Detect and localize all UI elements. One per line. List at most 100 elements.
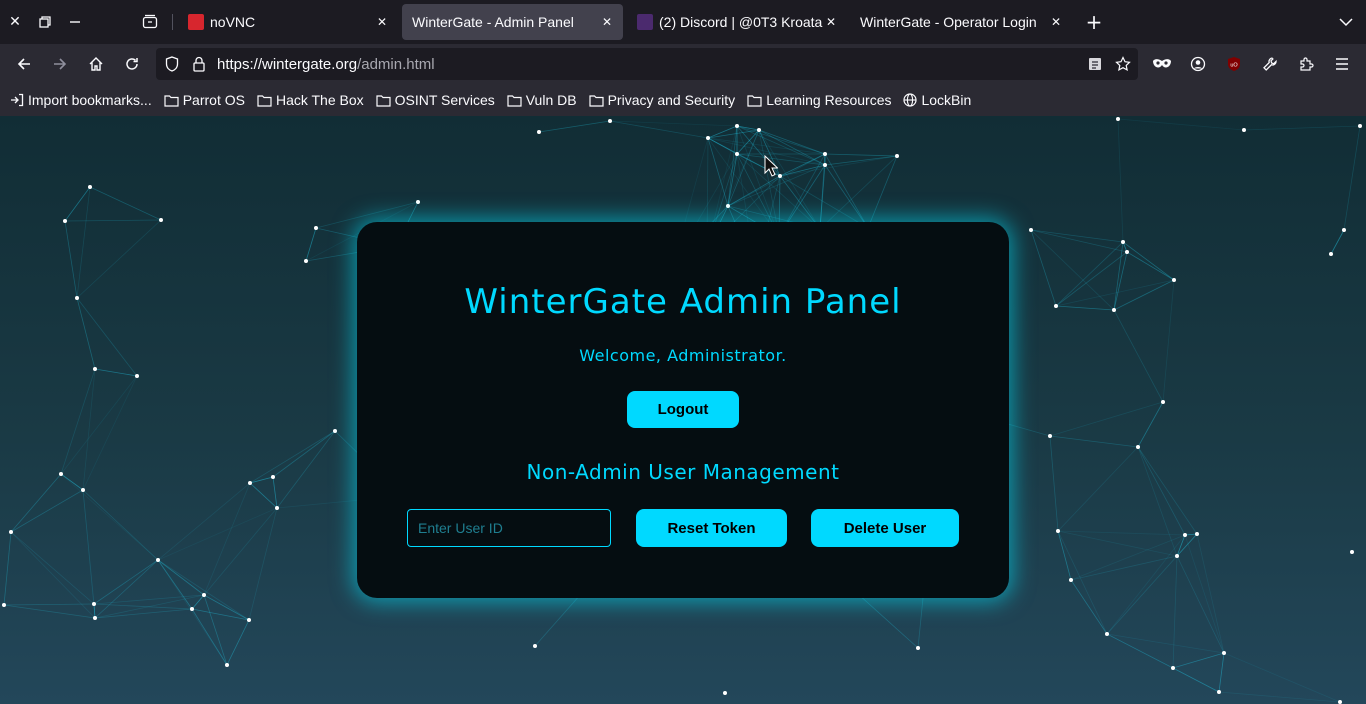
bookmark-label: OSINT Services bbox=[394, 92, 495, 108]
network-link bbox=[1106, 555, 1178, 635]
network-node bbox=[271, 475, 275, 479]
network-node bbox=[757, 128, 761, 132]
network-link bbox=[1057, 530, 1108, 635]
reload-icon[interactable] bbox=[120, 52, 144, 76]
network-node bbox=[9, 530, 13, 534]
network-link bbox=[82, 375, 138, 491]
network-link bbox=[707, 125, 738, 139]
network-link bbox=[10, 531, 95, 605]
network-link bbox=[736, 125, 780, 237]
navigation-toolbar: https://wintergate.org/admin.html uO bbox=[0, 44, 1366, 84]
network-link bbox=[609, 120, 738, 127]
network-link bbox=[824, 155, 898, 166]
network-link bbox=[157, 559, 228, 666]
tab-close-icon[interactable]: ✕ bbox=[1048, 15, 1064, 29]
network-node bbox=[1242, 128, 1246, 132]
network-link bbox=[76, 297, 96, 370]
tab-list-chevron-icon[interactable] bbox=[1336, 12, 1356, 32]
network-link bbox=[1137, 446, 1186, 536]
new-tab-icon[interactable]: + bbox=[1084, 10, 1104, 34]
bookmark-item[interactable]: LockBin bbox=[903, 92, 971, 108]
network-node bbox=[416, 200, 420, 204]
reader-view-icon[interactable] bbox=[1083, 52, 1107, 76]
network-link bbox=[1070, 579, 1108, 635]
network-link bbox=[94, 559, 159, 619]
network-node bbox=[1121, 240, 1125, 244]
network-link bbox=[1172, 555, 1178, 669]
bookmark-star-icon[interactable] bbox=[1111, 52, 1135, 76]
bookmark-label: Privacy and Security bbox=[607, 92, 736, 108]
network-link bbox=[249, 476, 274, 484]
network-node bbox=[93, 616, 97, 620]
ublock-origin-icon[interactable]: uO bbox=[1222, 52, 1246, 76]
network-link bbox=[1184, 534, 1225, 654]
tab-strip: ✕ noVNC ✕ WinterGate - Admin Panel ✕ (2)… bbox=[0, 0, 1366, 44]
bookmark-label: Parrot OS bbox=[182, 92, 245, 108]
bookmark-item[interactable]: Privacy and Security bbox=[588, 92, 736, 108]
tab-discord[interactable]: (2) Discord | @0T3 Kroata ✕ bbox=[627, 4, 847, 40]
tab-admin-panel[interactable]: WinterGate - Admin Panel ✕ bbox=[402, 4, 623, 40]
network-node bbox=[735, 124, 739, 128]
network-node bbox=[1222, 651, 1226, 655]
bookmark-item[interactable]: Import bookmarks... bbox=[10, 92, 152, 108]
network-link bbox=[89, 186, 162, 221]
home-icon[interactable] bbox=[84, 52, 108, 76]
lock-icon[interactable] bbox=[187, 52, 211, 76]
network-node bbox=[1358, 124, 1362, 128]
network-node bbox=[1136, 445, 1140, 449]
network-link bbox=[64, 219, 162, 222]
user-id-input[interactable] bbox=[407, 509, 611, 547]
private-mask-icon[interactable] bbox=[1150, 52, 1174, 76]
bookmark-item[interactable]: Learning Resources bbox=[747, 92, 891, 108]
network-node bbox=[1195, 532, 1199, 536]
close-window-icon[interactable]: ✕ bbox=[5, 12, 25, 32]
tracking-protection-shield-icon[interactable] bbox=[160, 52, 184, 76]
minimize-window-icon[interactable] bbox=[65, 12, 85, 32]
network-node bbox=[88, 185, 92, 189]
network-node bbox=[225, 663, 229, 667]
network-node bbox=[1125, 250, 1129, 254]
network-link bbox=[1196, 533, 1225, 654]
logout-button[interactable]: Logout bbox=[627, 391, 739, 428]
wrench-icon[interactable] bbox=[1258, 52, 1282, 76]
delete-user-button[interactable]: Delete User bbox=[811, 509, 959, 547]
forward-icon[interactable] bbox=[48, 52, 72, 76]
account-icon[interactable] bbox=[1186, 52, 1210, 76]
network-link bbox=[1330, 229, 1345, 255]
restore-window-icon[interactable] bbox=[35, 12, 55, 32]
bookmark-item[interactable]: Parrot OS bbox=[164, 92, 245, 108]
firefox-view-icon[interactable] bbox=[140, 12, 160, 32]
hamburger-menu-icon[interactable] bbox=[1330, 52, 1354, 76]
bookmark-item[interactable]: Hack The Box bbox=[257, 92, 364, 108]
network-link bbox=[1172, 652, 1225, 669]
network-link bbox=[1117, 118, 1124, 243]
back-icon[interactable] bbox=[12, 52, 36, 76]
tab-close-icon[interactable]: ✕ bbox=[374, 15, 390, 29]
network-link bbox=[1223, 652, 1341, 703]
network-link bbox=[94, 608, 193, 619]
network-node bbox=[1329, 252, 1333, 256]
folder-icon bbox=[164, 94, 183, 107]
folder-icon bbox=[747, 94, 766, 107]
network-link bbox=[1049, 401, 1164, 437]
tab-close-icon[interactable]: ✕ bbox=[823, 15, 839, 29]
reset-token-button[interactable]: Reset Token bbox=[636, 509, 787, 547]
network-link bbox=[707, 137, 729, 207]
tab-close-icon[interactable]: ✕ bbox=[599, 15, 615, 29]
novnc-favicon-icon bbox=[188, 14, 204, 30]
network-link bbox=[76, 219, 162, 299]
network-node bbox=[1069, 578, 1073, 582]
network-link bbox=[82, 489, 159, 561]
network-node bbox=[92, 602, 96, 606]
url-bar[interactable]: https://wintergate.org/admin.html bbox=[156, 48, 1138, 80]
folder-icon bbox=[588, 94, 608, 107]
tab-novnc[interactable]: noVNC ✕ bbox=[178, 4, 398, 40]
network-node bbox=[723, 691, 727, 695]
tab-operator-login[interactable]: WinterGate - Operator Login ✕ bbox=[850, 4, 1072, 40]
network-node bbox=[778, 174, 782, 178]
network-link bbox=[76, 297, 138, 377]
bookmark-item[interactable]: OSINT Services bbox=[376, 92, 495, 108]
url-text[interactable]: https://wintergate.org/admin.html bbox=[217, 56, 435, 73]
bookmark-item[interactable]: Vuln DB bbox=[507, 92, 577, 108]
extensions-puzzle-icon[interactable] bbox=[1294, 52, 1318, 76]
